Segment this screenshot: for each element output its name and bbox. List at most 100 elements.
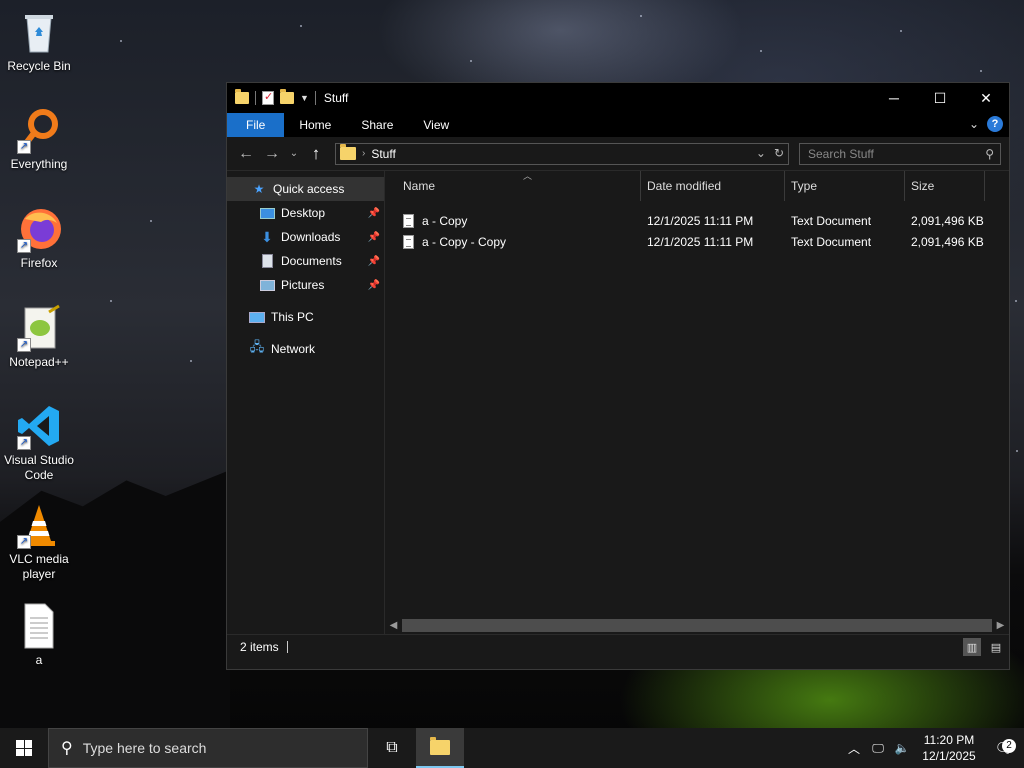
title-bar[interactable]: ▼ Stuff ─ ☐ ✕ (227, 83, 1009, 113)
desktop-icon-a[interactable]: a (0, 602, 78, 668)
address-bar[interactable]: › Stuff ⌄ ↻ (335, 142, 789, 165)
nav-desktop[interactable]: Desktop 📌 (227, 201, 384, 225)
desktop-icon-label: Everything (10, 157, 68, 171)
clock[interactable]: 11:20 PM 12/1/2025 (914, 732, 984, 764)
file-size: 2,091,496 KB (911, 234, 984, 249)
large-icons-view-button[interactable]: ▤ (987, 638, 1005, 656)
customize-toolbar-chevron-icon[interactable]: ▼ (300, 93, 309, 103)
shortcut-arrow-icon: ↗ (17, 239, 31, 253)
back-arrow-icon[interactable]: ← (233, 145, 259, 163)
desktop-icon-vlc[interactable]: ↗ VLC media player (0, 501, 78, 582)
toolbar-divider (255, 91, 256, 105)
shortcut-arrow-icon: ↗ (17, 436, 31, 450)
table-row[interactable]: a - Copy - Copy 12/1/2025 11:11 PM Text … (385, 231, 1009, 252)
column-header-type[interactable]: Type (785, 171, 905, 201)
expand-ribbon-chevron-icon[interactable]: ⌄ (969, 117, 979, 131)
taskbar: ⚲ Type here to search ⧉ ︿ 🖵 🔈 11:20 PM 1… (0, 728, 1024, 768)
clock-time: 11:20 PM (923, 733, 975, 747)
nav-documents[interactable]: Documents 📌 (227, 249, 384, 273)
show-hidden-icons-chevron-icon[interactable]: ︿ (842, 740, 866, 757)
file-name: a - Copy - Copy (422, 234, 507, 249)
download-arrow-icon: ⬇ (261, 228, 273, 245)
taskbar-search-box[interactable]: ⚲ Type here to search (48, 728, 368, 768)
horizontal-scrollbar[interactable]: ◀ ▶ (385, 617, 1009, 634)
forward-arrow-icon[interactable]: → (259, 145, 285, 163)
scroll-left-arrow-icon[interactable]: ◀ (385, 620, 402, 631)
nav-item-label: Quick access (273, 182, 345, 196)
pin-icon[interactable]: 📌 (368, 232, 380, 243)
nav-downloads[interactable]: ⬇ Downloads 📌 (227, 225, 384, 249)
shortcut-arrow-icon: ↗ (17, 140, 31, 154)
address-dropdown-chevron-icon[interactable]: ⌄ (756, 146, 766, 160)
navigation-pane: ★ Quick access Desktop 📌 ⬇ Downloads 📌 D… (227, 171, 385, 634)
nav-pictures[interactable]: Pictures 📌 (227, 273, 384, 297)
nav-item-label: Network (271, 342, 316, 356)
search-box[interactable]: Search Stuff ⚲ (799, 142, 1001, 165)
nav-item-label: Downloads (281, 230, 341, 244)
network-status-icon[interactable]: 🖵 (866, 741, 890, 756)
nav-quick-access[interactable]: ★ Quick access (227, 177, 384, 201)
nav-item-label: Desktop (281, 206, 326, 220)
quick-access-toolbar: ▼ (227, 89, 316, 105)
taskbar-search-input[interactable]: Type here to search (83, 740, 207, 756)
system-tray: ︿ 🖵 🔈 11:20 PM 12/1/2025 🗨 2 (842, 728, 1024, 768)
pin-icon[interactable]: 📌 (368, 256, 380, 267)
up-arrow-icon[interactable]: ↑ (303, 144, 329, 164)
text-document-icon (403, 234, 414, 249)
volume-muted-icon[interactable]: 🔈 (890, 741, 914, 755)
shortcut-arrow-icon: ↗ (17, 535, 31, 549)
tab-file[interactable]: File (227, 113, 285, 137)
clock-date: 12/1/2025 (922, 749, 976, 763)
column-headers: ︿ Name Date modified Type Size (385, 171, 1009, 201)
new-folder-icon[interactable] (280, 89, 294, 104)
nav-item-label: Documents (281, 254, 342, 268)
nav-network[interactable]: 🖧 Network (227, 337, 384, 361)
desktop-icon-recycle-bin[interactable]: Recycle Bin (0, 8, 78, 74)
desktop-icon-label: VLC media player (9, 552, 69, 581)
desktop-icon-notepadpp[interactable]: ↗ Notepad++ (0, 304, 78, 370)
everything-search-icon: ↗ (15, 106, 63, 154)
recent-locations-chevron-icon[interactable]: ⌄ (285, 148, 303, 159)
vscode-icon: ↗ (15, 402, 63, 450)
task-view-icon: ⧉ (386, 739, 398, 756)
refresh-icon[interactable]: ↻ (774, 146, 784, 160)
task-view-button[interactable]: ⧉ (368, 728, 416, 768)
details-view-button[interactable]: ▥ (963, 638, 981, 656)
star-icon: ★ (253, 182, 265, 196)
close-button[interactable]: ✕ (963, 83, 1009, 113)
status-bar: 2 items ▥ ▤ (227, 634, 1009, 658)
vlc-icon: ↗ (15, 501, 63, 549)
breadcrumb-stuff[interactable]: Stuff (371, 147, 395, 161)
nav-this-pc[interactable]: This PC (227, 305, 384, 329)
desktop-icon-everything[interactable]: ↗ Everything (0, 106, 78, 172)
column-header-size[interactable]: Size (905, 171, 985, 201)
text-document-icon (403, 213, 414, 228)
item-count: 2 items (240, 639, 279, 654)
help-icon[interactable]: ? (987, 116, 1003, 132)
pictures-icon (259, 278, 275, 292)
start-button[interactable] (0, 728, 48, 768)
search-input[interactable]: Search Stuff (808, 147, 874, 161)
desktop-icon-label: a (35, 653, 43, 667)
pin-icon[interactable]: 📌 (368, 280, 380, 291)
desktop-icon-label: Visual Studio Code (4, 453, 74, 482)
navigation-bar: ← → ⌄ ↑ › Stuff ⌄ ↻ Search Stuff ⚲ (227, 137, 1009, 171)
minimize-button[interactable]: ─ (871, 83, 917, 113)
column-header-date-modified[interactable]: Date modified (641, 171, 785, 201)
tab-home[interactable]: Home (284, 113, 346, 137)
tab-view[interactable]: View (408, 113, 464, 137)
breadcrumb-separator-icon[interactable]: › (362, 148, 365, 159)
maximize-button[interactable]: ☐ (917, 83, 963, 113)
column-header-name[interactable]: Name (385, 171, 641, 201)
scrollbar-thumb[interactable] (402, 619, 992, 632)
taskbar-file-explorer-button[interactable] (416, 728, 464, 768)
action-center-button[interactable]: 🗨 2 (984, 739, 1024, 757)
file-size: 2,091,496 KB (911, 213, 984, 228)
tab-share[interactable]: Share (346, 113, 408, 137)
properties-icon[interactable] (262, 90, 274, 105)
pin-icon[interactable]: 📌 (368, 208, 380, 219)
table-row[interactable]: a - Copy 12/1/2025 11:11 PM Text Documen… (385, 210, 1009, 231)
desktop-icon-vscode[interactable]: ↗ Visual Studio Code (0, 402, 78, 483)
desktop-icon-firefox[interactable]: ↗ Firefox (0, 205, 78, 271)
scroll-right-arrow-icon[interactable]: ▶ (992, 620, 1009, 631)
